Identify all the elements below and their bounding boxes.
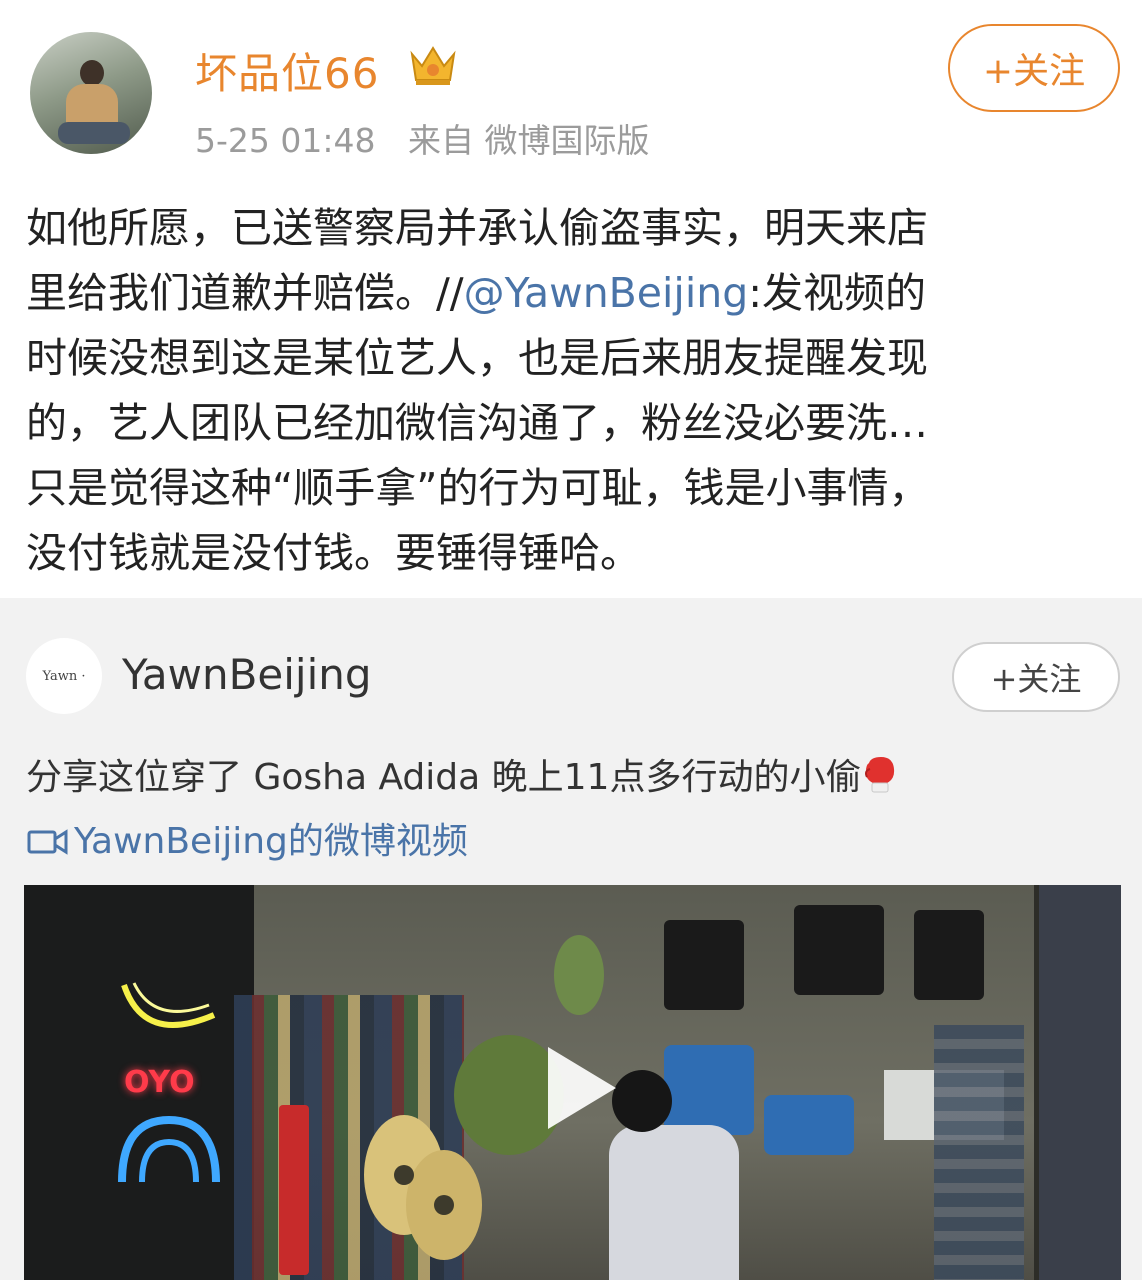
text-segment: 没付钱就是没付钱。要锤得锤哈。: [26, 529, 641, 577]
play-icon[interactable]: [540, 1043, 620, 1133]
post-text-line-1: 如他所愿，已送警察局并承认偷盗事实，明天来店: [26, 196, 1116, 261]
right-clothing-rack: [934, 1025, 1024, 1280]
post-source[interactable]: 来自 微博国际版: [408, 121, 650, 160]
user-avatar[interactable]: [30, 32, 152, 154]
hanging-shirt: [914, 910, 984, 1000]
neon-banana-icon: [121, 982, 216, 1028]
crown-icon: [410, 46, 456, 85]
text-segment: 如他所愿，已送警察局并承认偷盗事实，明天来店: [26, 204, 928, 252]
repost-text: 分享这位穿了 Gosha Adida 晚上11点多行动的小偷: [26, 748, 1116, 808]
bookshelf: [1039, 885, 1121, 1280]
hanging-shirt: [664, 920, 744, 1010]
reposted-post[interactable]: Yawn · YawnBeijing +关注 分享这位穿了 Gosha Adid…: [0, 598, 1142, 1280]
text-segment: :发视频的: [748, 269, 927, 317]
repost-avatar[interactable]: Yawn ·: [26, 638, 102, 714]
red-garment: [279, 1105, 309, 1275]
post-text-line-5: 只是觉得这种“顺手拿”的行为可耻，钱是小事情，: [26, 456, 1116, 521]
repost-username[interactable]: YawnBeijing: [122, 650, 372, 699]
boxing-glove-icon: [865, 757, 895, 793]
video-thumbnail[interactable]: OYO: [24, 885, 1121, 1280]
video-link-label: YawnBeijing的微博视频: [74, 821, 468, 862]
repost-text-content: 分享这位穿了 Gosha Adida 晚上11点多行动的小偷: [26, 757, 862, 798]
blue-chair: [764, 1095, 854, 1155]
post-text-line-2: 里给我们道歉并赔偿。//@YawnBeijing:发视频的: [26, 261, 1116, 326]
post-header: 坏品位66 5-25 01:48 来自 微博国际版 +关注: [0, 0, 1142, 175]
username[interactable]: 坏品位66: [195, 40, 379, 101]
text-segment: 只是觉得这种“顺手拿”的行为可耻，钱是小事情，: [26, 464, 930, 512]
video-link[interactable]: YawnBeijing的微博视频: [26, 812, 468, 872]
small-plant: [554, 935, 604, 1015]
hanging-shirt: [794, 905, 884, 995]
avatar-figure-legs: [58, 122, 130, 144]
neon-arch-icon: [118, 1115, 220, 1183]
repost-follow-button[interactable]: +关注: [952, 642, 1120, 712]
video-camera-icon: [27, 829, 68, 855]
post-meta: 5-25 01:48 来自 微博国际版: [195, 114, 672, 162]
person-body: [609, 1125, 739, 1280]
neon-sign-text: OYO: [124, 1065, 195, 1100]
text-segment: 时候没想到这是某位艺人，也是后来朋友提醒发现: [26, 334, 928, 382]
blue-chair: [664, 1045, 754, 1135]
post-text-line-3: 时候没想到这是某位艺人，也是后来朋友提醒发现: [26, 326, 1116, 391]
post-text-line-6: 没付钱就是没付钱。要锤得锤哈。: [26, 521, 1116, 586]
mention-link[interactable]: @YawnBeijing: [464, 269, 749, 317]
avatar-figure-head: [80, 60, 104, 86]
follow-button[interactable]: +关注: [948, 24, 1120, 112]
post-text: 如他所愿，已送警察局并承认偷盗事实，明天来店 里给我们道歉并赔偿。//@Yawn…: [26, 196, 1116, 586]
person-head: [612, 1070, 672, 1132]
post-time: 5-25 01:48: [195, 121, 376, 160]
text-segment: 里给我们道歉并赔偿。//: [26, 269, 464, 317]
post-text-line-4: 的，艺人团队已经加微信沟通了，粉丝没必要洗…: [26, 391, 1116, 456]
text-segment: 的，艺人团队已经加微信沟通了，粉丝没必要洗…: [26, 399, 928, 447]
